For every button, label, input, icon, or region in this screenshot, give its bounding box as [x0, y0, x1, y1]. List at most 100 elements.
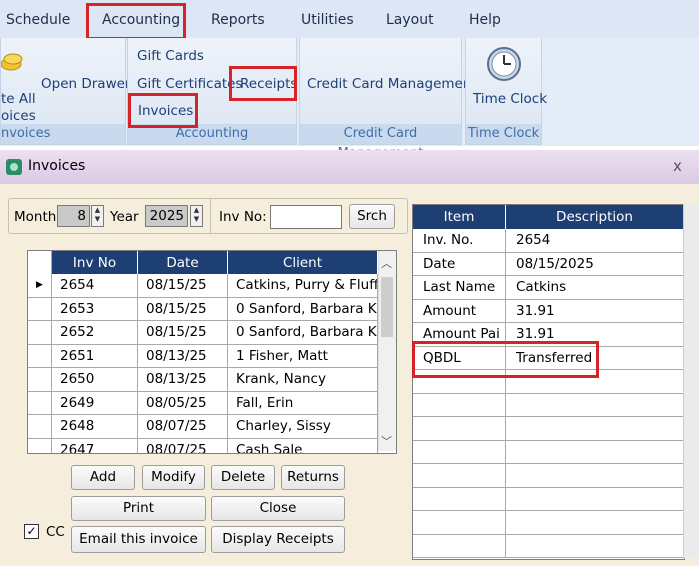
email-invoice-button[interactable]: Email this invoice [71, 526, 206, 553]
returns-button[interactable]: Returns [281, 465, 345, 490]
detail-cell-item [413, 464, 506, 488]
menu-help[interactable]: Help [469, 0, 501, 38]
detail-row[interactable]: Inv. No. 2654 [413, 229, 684, 253]
cell-inv-no: 2653 [52, 297, 138, 321]
column-header-date[interactable]: Date [138, 251, 228, 274]
print-button[interactable]: Print [71, 496, 206, 521]
cc-checkbox[interactable]: ✓ [24, 524, 39, 539]
row-selector[interactable] [28, 344, 52, 368]
cell-inv-no: 2649 [52, 391, 138, 415]
modify-button[interactable]: Modify [142, 465, 205, 490]
scroll-down-icon[interactable]: ﹀ [381, 433, 392, 449]
menu-reports[interactable]: Reports [211, 0, 265, 38]
highlight-qbdl-row [412, 341, 599, 378]
gift-cards-button[interactable]: Gift Cards [137, 48, 204, 64]
ribbon: te All oices Open Drawer nvoices Gift Ca… [0, 38, 699, 161]
month-field[interactable]: 8 [57, 205, 90, 227]
grid-corner [28, 251, 52, 274]
detail-cell-description [506, 511, 684, 535]
detail-cell-description: 2654 [506, 229, 684, 253]
ribbon-group-label: nvoices [1, 124, 125, 144]
menu-schedule[interactable]: Schedule [6, 0, 70, 38]
gift-certificates-button[interactable]: Gift Certificates [137, 76, 242, 92]
detail-row[interactable] [413, 393, 684, 417]
detail-cell-description: 08/15/2025 [506, 252, 684, 276]
detail-row[interactable] [413, 511, 684, 535]
table-row[interactable]: 2653 08/15/25 0 Sanford, Barbara Ka [28, 297, 378, 321]
row-selector[interactable] [28, 368, 52, 392]
cell-date: 08/07/25 [138, 438, 228, 453]
menu-layout[interactable]: Layout [386, 0, 434, 38]
year-spinner[interactable]: ▲ ▼ [190, 205, 203, 227]
current-row-arrow-icon[interactable]: ▶ [28, 274, 52, 298]
detail-cell-item [413, 534, 506, 558]
table-row[interactable]: 2652 08/15/25 0 Sanford, Barbara Ka [28, 321, 378, 345]
detail-row[interactable] [413, 464, 684, 488]
cc-label: CC [46, 524, 65, 540]
row-selector[interactable] [28, 297, 52, 321]
cell-date: 08/15/25 [138, 321, 228, 345]
cell-date: 08/13/25 [138, 368, 228, 392]
delete-button[interactable]: Delete [211, 465, 275, 490]
row-selector[interactable] [28, 391, 52, 415]
table-row[interactable]: 2647 08/07/25 Cash Sale [28, 438, 378, 453]
time-clock-button[interactable]: Time Clock [473, 91, 547, 107]
detail-row[interactable] [413, 440, 684, 464]
clock-icon[interactable] [486, 46, 522, 82]
column-header-inv-no[interactable]: Inv No [52, 251, 138, 274]
table-row[interactable]: 2648 08/07/25 Charley, Sissy [28, 415, 378, 439]
column-header-item[interactable]: Item [413, 205, 506, 229]
month-spinner[interactable]: ▲ ▼ [91, 205, 104, 227]
window-close-icon[interactable]: x [673, 157, 682, 175]
table-row[interactable]: 2650 08/13/25 Krank, Nancy [28, 368, 378, 392]
table-row[interactable]: 2649 08/05/25 Fall, Erin [28, 391, 378, 415]
ribbon-group-credit-card: Credit Card Management Credit Card Manag… [299, 38, 477, 161]
detail-cell-item: Inv. No. [413, 229, 506, 253]
detail-cell-item [413, 440, 506, 464]
coins-icon [1, 53, 23, 71]
row-selector[interactable] [28, 321, 52, 345]
detail-cell-item [413, 393, 506, 417]
detail-cell-item: Last Name [413, 276, 506, 300]
credit-card-management-button[interactable]: Credit Card Management [307, 76, 477, 92]
add-button[interactable]: Add [71, 465, 135, 490]
open-drawer-button[interactable]: Open Drawer [41, 76, 130, 92]
detail-row[interactable]: Amount 31.91 [413, 299, 684, 323]
invoices-window-titlebar: Invoices x [0, 150, 699, 184]
detail-row[interactable]: Last Name Catkins [413, 276, 684, 300]
detail-row[interactable] [413, 417, 684, 441]
cell-inv-no: 2650 [52, 368, 138, 392]
detail-row[interactable]: Date 08/15/2025 [413, 252, 684, 276]
search-button[interactable]: Srch [349, 204, 395, 229]
window-title: Invoices [28, 158, 86, 174]
inv-no-input[interactable] [270, 205, 342, 229]
detail-cell-description [506, 440, 684, 464]
menu-utilities[interactable]: Utilities [301, 0, 354, 38]
column-header-description[interactable]: Description [506, 205, 684, 229]
cell-inv-no: 2647 [52, 438, 138, 453]
cell-date: 08/13/25 [138, 344, 228, 368]
cell-client: 1 Fisher, Matt [228, 344, 378, 368]
row-selector[interactable] [28, 415, 52, 439]
cell-client: 0 Sanford, Barbara Ka [228, 297, 378, 321]
detail-row[interactable] [413, 534, 684, 558]
ribbon-invoices-line2[interactable]: oices [1, 108, 36, 124]
row-selector[interactable] [28, 438, 52, 453]
table-row[interactable]: 2651 08/13/25 1 Fisher, Matt [28, 344, 378, 368]
detail-cell-item [413, 487, 506, 511]
ribbon-invoices-line1[interactable]: te All [1, 91, 36, 107]
scroll-up-icon[interactable]: ︿ [381, 255, 392, 271]
close-button[interactable]: Close [211, 496, 345, 521]
scroll-thumb[interactable] [381, 277, 393, 337]
invoice-detail-grid[interactable]: Item Description Inv. No. 2654 Date 08/15/2… [412, 204, 685, 560]
table-row[interactable]: ▶ 2654 08/15/25 Catkins, Purry & Fluff [28, 274, 378, 298]
invoice-grid[interactable]: Inv No Date Client ▶ 2654 08/15/25 Catkins,… [27, 250, 397, 454]
highlight-invoices [128, 93, 198, 128]
display-receipts-button[interactable]: Display Receipts [211, 526, 345, 553]
year-field[interactable]: 2025 [145, 205, 188, 227]
detail-row[interactable] [413, 487, 684, 511]
filter-divider [210, 198, 211, 234]
grid-scrollbar[interactable]: ︿ ﹀ [378, 251, 396, 451]
ribbon-group-time-clock: Time Clock Time Clock [465, 38, 547, 145]
column-header-client[interactable]: Client [228, 251, 378, 274]
